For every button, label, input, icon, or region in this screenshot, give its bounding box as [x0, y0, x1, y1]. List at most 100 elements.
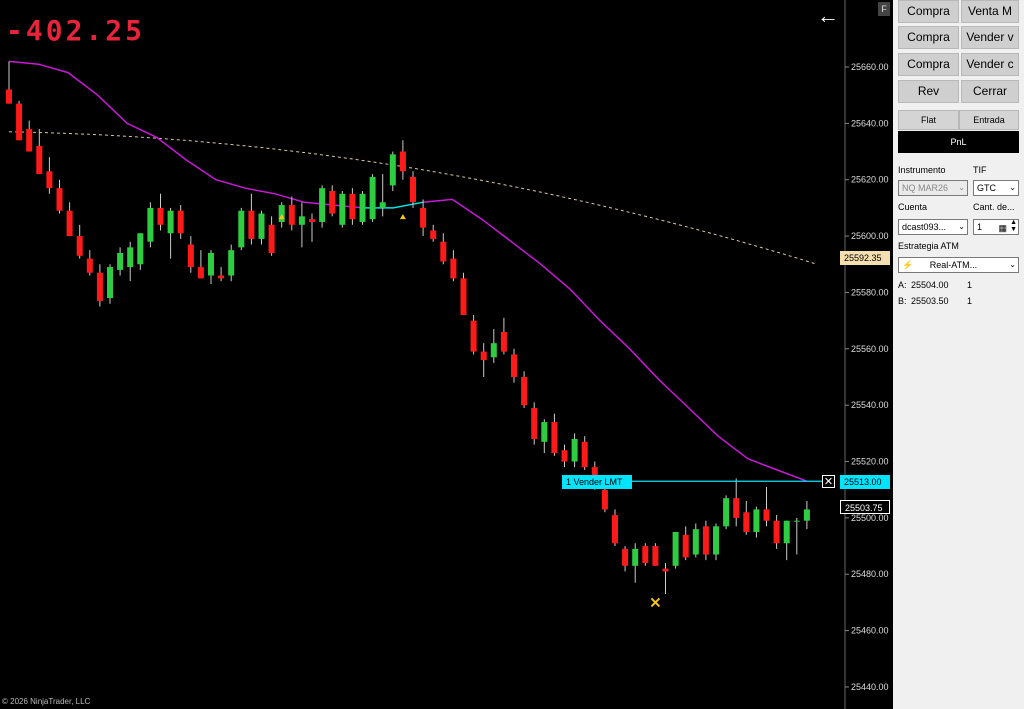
- candle-body: [733, 498, 740, 518]
- candle-body: [369, 176, 376, 220]
- y-axis-tick-label: 25560.00: [851, 344, 889, 354]
- sell-limit-button[interactable]: Vender v: [961, 26, 1019, 49]
- dashed-ma-price-tag: 25592.35: [840, 251, 890, 265]
- candlestick-chart[interactable]: 25660.00 25640.00 25620.00 25600.00 25580.00…: [0, 0, 893, 709]
- candle-body: [672, 531, 679, 566]
- close-button[interactable]: Cerrar: [961, 80, 1019, 103]
- candle-body: [359, 193, 366, 222]
- candle-body: [288, 205, 295, 225]
- candle-body: [713, 526, 719, 555]
- candle-body: [117, 252, 124, 270]
- candle-body: [278, 205, 285, 222]
- calculator-icon[interactable]: ▦: [998, 221, 1007, 234]
- candle-body: [187, 244, 194, 268]
- fast-moving-average-line: [8, 60, 364, 209]
- candle-body: [137, 233, 144, 265]
- candle-body: [56, 188, 63, 211]
- y-axis-tick-label: 25600.00: [851, 231, 889, 241]
- candle-body: [167, 210, 174, 234]
- x-marker-icon: [650, 597, 661, 608]
- candle-body: [601, 489, 608, 510]
- chevron-down-icon: ⌄: [1009, 260, 1016, 269]
- candle-body: [450, 258, 457, 279]
- candle-body: [379, 202, 386, 208]
- quantity-stepper[interactable]: 1 ▦ ▲ ▼: [973, 219, 1019, 235]
- candle-body: [511, 354, 517, 377]
- y-axis-tick-label: 25520.00: [851, 457, 889, 467]
- y-axis-tick-label: 25460.00: [851, 626, 889, 636]
- candle-body: [470, 320, 477, 352]
- y-axis-tick-label: 25640.00: [851, 118, 889, 128]
- tif-label: TIF: [973, 165, 987, 175]
- candle-body: [440, 241, 447, 262]
- fast-moving-average-line: [422, 198, 808, 482]
- candle-body: [399, 151, 406, 172]
- tab-flat[interactable]: Flat: [898, 110, 959, 130]
- candle-body: [662, 568, 669, 572]
- cancel-order-icon[interactable]: ✕: [822, 475, 835, 488]
- y-axis-tick-label: 25660.00: [851, 62, 889, 72]
- candle-body: [16, 103, 23, 141]
- y-axis-tick-label: 25620.00: [851, 175, 889, 185]
- trade-marker-icon: [399, 214, 406, 220]
- account-value: dcast093...: [902, 222, 947, 232]
- candle-body: [803, 509, 810, 521]
- chevron-down-icon: ⌄: [1009, 183, 1016, 192]
- y-axis-tick-label: 25440.00: [851, 682, 889, 692]
- candle-body: [309, 219, 315, 222]
- candle-body: [107, 267, 113, 299]
- buy-stop-button[interactable]: Compra: [898, 53, 959, 76]
- tab-entrada[interactable]: Entrada: [959, 110, 1019, 130]
- candle-body: [6, 89, 12, 104]
- candle-body: [298, 216, 305, 225]
- candle-body: [692, 529, 699, 555]
- chevron-down-icon: ⌄: [958, 222, 965, 231]
- stepper-arrows-icon[interactable]: ▲ ▼: [1010, 220, 1017, 233]
- candle-body: [541, 422, 548, 442]
- atm-strategy-select[interactable]: ⚡ Real-ATM... ⌄: [898, 257, 1019, 273]
- atm-strategy-value: Real-ATM...: [929, 260, 978, 270]
- order-price-tag[interactable]: 25513.00: [840, 475, 890, 489]
- candle-body: [632, 548, 639, 566]
- candle-body: [248, 210, 255, 239]
- candle-body: [682, 534, 689, 558]
- candle-body: [66, 210, 73, 237]
- candle-body: [420, 207, 427, 228]
- candle-body: [622, 548, 629, 566]
- instrument-select[interactable]: NQ MAR26 ⌄: [898, 180, 968, 196]
- candle-body: [228, 250, 235, 276]
- candle-body: [157, 207, 164, 225]
- candle-body: [127, 247, 134, 268]
- ask-label: A:: [898, 280, 907, 290]
- account-select[interactable]: dcast093... ⌄: [898, 219, 968, 235]
- price-chart[interactable]: 25660.00 25640.00 25620.00 25600.00 25580.00…: [0, 0, 893, 709]
- reverse-button[interactable]: Rev: [898, 80, 959, 103]
- back-arrow-icon[interactable]: ←: [817, 5, 839, 27]
- buy-limit-button[interactable]: Compra: [898, 26, 959, 49]
- candle-body: [642, 546, 649, 563]
- candle-body: [612, 515, 618, 544]
- candle-body: [36, 145, 43, 175]
- tif-select[interactable]: GTC ⌄: [973, 180, 1019, 196]
- order-label[interactable]: 1 Vender LMT: [562, 475, 632, 489]
- sell-market-button[interactable]: Venta M: [961, 0, 1019, 23]
- candle-body: [460, 278, 467, 315]
- candle-body: [723, 498, 730, 527]
- candle-body: [490, 343, 497, 358]
- ask-price: 25504.00: [911, 280, 949, 290]
- candle-body: [551, 422, 558, 454]
- candle-body: [410, 176, 416, 203]
- candle-body: [208, 252, 214, 276]
- f-toggle-button[interactable]: F: [878, 2, 890, 16]
- candle-body: [147, 207, 154, 242]
- atm-strategy-label: Estrategia ATM: [898, 241, 959, 251]
- sell-stop-button[interactable]: Vender c: [961, 53, 1019, 76]
- y-axis-tick-label: 25580.00: [851, 287, 889, 297]
- y-axis-tick-label: 25540.00: [851, 400, 889, 410]
- candle-body: [702, 526, 709, 555]
- instrument-value: NQ MAR26: [902, 183, 949, 193]
- last-price-tag: 25503.75: [840, 500, 890, 514]
- candle-body: [763, 509, 770, 521]
- buy-market-button[interactable]: Compra: [898, 0, 959, 23]
- candle-body: [96, 272, 103, 301]
